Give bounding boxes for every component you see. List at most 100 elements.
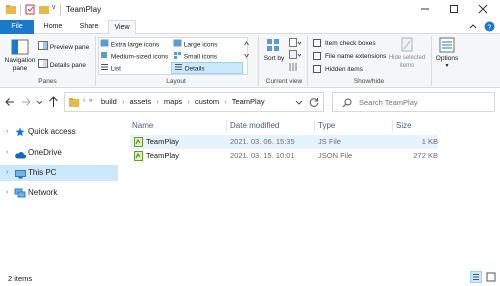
layout-scroll-up[interactable] xyxy=(244,38,249,49)
folder-icon xyxy=(6,5,16,14)
tab-file[interactable]: File xyxy=(0,20,34,34)
hidden-items-toggle[interactable]: Hidden items xyxy=(313,65,363,75)
address-dropdown-icon[interactable] xyxy=(295,98,303,108)
path-overflow-icon[interactable]: « xyxy=(89,97,93,104)
search-box[interactable] xyxy=(332,92,495,112)
star-icon xyxy=(15,127,25,143)
column-header-date[interactable]: Date modified xyxy=(230,118,316,134)
breadcrumb-separator-icon: › xyxy=(224,97,227,106)
refresh-button[interactable] xyxy=(309,97,319,109)
close-button[interactable] xyxy=(476,3,490,15)
extra-large-icons-option[interactable]: Extra large icons xyxy=(100,39,159,49)
hidden-items-checkbox[interactable] xyxy=(313,65,321,74)
item-check-boxes-checkbox[interactable] xyxy=(313,39,321,48)
search-icon xyxy=(342,98,352,110)
address-row: › « build › assets › maps › custom › Tea… xyxy=(0,88,500,116)
breadcrumb: build › assets › maps › custom › TeamPla… xyxy=(101,97,265,106)
tab-share[interactable]: Share xyxy=(72,20,106,34)
medium-icons-option[interactable]: Medium-sized icons xyxy=(100,51,168,61)
details-pane-button[interactable]: Details pane xyxy=(38,59,86,69)
breadcrumb-separator-icon: › xyxy=(156,97,159,106)
path-overflow-icon[interactable]: › xyxy=(83,97,85,104)
json-file-icon xyxy=(134,151,143,166)
sort-by-icon xyxy=(267,39,279,51)
preview-pane-icon xyxy=(38,41,48,54)
maximize-button[interactable] xyxy=(447,3,461,15)
sort-by-button[interactable]: Sort by xyxy=(263,38,285,76)
nav-quick-access[interactable]: › Quick access xyxy=(0,124,118,140)
add-columns-button[interactable] xyxy=(289,50,302,60)
options-button[interactable]: Options ▼ xyxy=(434,37,460,75)
large-icons-toggle[interactable] xyxy=(485,271,497,283)
tab-view[interactable]: View xyxy=(108,20,136,35)
tab-home[interactable]: Home xyxy=(36,20,70,34)
svg-text:?: ? xyxy=(487,25,491,32)
nav-network[interactable]: › Network xyxy=(0,185,118,201)
address-bar[interactable]: › « build › assets › maps › custom › Tea… xyxy=(64,92,324,112)
expand-chevron-icon[interactable]: › xyxy=(6,165,8,181)
nav-onedrive[interactable]: › OneDrive xyxy=(0,145,118,161)
table-row[interactable]: TeamPlay 2021. 03. 06. 15:35 JS File 1 K… xyxy=(130,135,438,149)
small-icons-option[interactable]: Small icons xyxy=(173,51,217,61)
expand-chevron-icon[interactable]: › xyxy=(6,185,8,201)
minimize-button[interactable] xyxy=(418,3,432,15)
large-icons-option[interactable]: Large icons xyxy=(173,39,217,49)
breadcrumb-custom[interactable]: custom xyxy=(195,97,219,106)
file-list: Name Date modified Type Size TeamPlay 20… xyxy=(124,116,500,266)
breadcrumb-build[interactable]: build xyxy=(101,97,117,106)
column-header-size[interactable]: Size xyxy=(396,118,438,134)
preview-pane-button[interactable]: Preview pane xyxy=(38,41,89,51)
ribbon: Navigation pane Preview pane Details pan… xyxy=(0,34,500,88)
options-icon xyxy=(439,37,455,53)
up-button[interactable] xyxy=(48,96,59,108)
details-view-icon xyxy=(473,274,479,280)
size-columns-button[interactable] xyxy=(289,62,301,72)
collapse-ribbon-icon[interactable] xyxy=(468,22,478,32)
back-button[interactable] xyxy=(5,97,15,107)
ribbon-tabs: File Home Share View ? xyxy=(0,20,500,35)
file-name-extensions-toggle[interactable]: File name extensions xyxy=(313,52,386,62)
status-bar: 2 items xyxy=(0,268,500,286)
show-hide-group-label: Show/hide xyxy=(353,78,385,85)
properties-icon[interactable] xyxy=(25,4,35,15)
hide-selected-items-button[interactable]: Hide selected items xyxy=(385,37,429,75)
file-name: TeamPlay xyxy=(146,151,179,160)
table-row[interactable]: TeamPlay 2021. 03. 15. 10:01 JSON File 2… xyxy=(130,149,438,163)
forward-button[interactable] xyxy=(21,97,31,107)
breadcrumb-maps[interactable]: maps xyxy=(164,97,182,106)
options-chevron-icon: ▼ xyxy=(444,63,450,69)
details-option[interactable]: Details xyxy=(171,62,243,74)
cloud-icon xyxy=(14,149,26,165)
customize-qat-icon[interactable]: v xyxy=(52,4,60,15)
details-view-icon xyxy=(174,63,183,75)
file-size: 1 KB xyxy=(421,137,438,146)
column-header-type[interactable]: Type xyxy=(318,118,392,134)
nav-this-pc[interactable]: › This PC xyxy=(0,165,118,181)
group-by-button[interactable] xyxy=(289,38,302,48)
current-view-group-label: Current view xyxy=(265,78,303,85)
item-check-boxes-toggle[interactable]: Item check boxes xyxy=(313,39,376,49)
new-folder-icon[interactable] xyxy=(39,5,49,14)
column-header-name[interactable]: Name xyxy=(132,118,228,134)
breadcrumb-assets[interactable]: assets xyxy=(130,97,152,106)
file-date: 2021. 03. 06. 15:35 xyxy=(230,137,295,146)
details-view-toggle[interactable] xyxy=(470,271,482,283)
large-icons-view-icon xyxy=(486,272,496,282)
search-input[interactable] xyxy=(359,96,489,109)
layout-scroll-down[interactable] xyxy=(244,50,249,61)
file-name-extensions-checkbox[interactable] xyxy=(313,52,321,61)
computer-icon xyxy=(15,169,26,185)
breadcrumb-separator-icon: › xyxy=(187,97,190,106)
recent-locations-button[interactable] xyxy=(36,98,43,106)
navigation-pane-button[interactable]: Navigation pane xyxy=(4,37,36,75)
list-option[interactable]: List xyxy=(100,63,121,73)
folder-icon xyxy=(69,98,79,109)
details-pane-icon xyxy=(38,59,48,72)
expand-chevron-icon[interactable]: › xyxy=(6,145,8,161)
help-icon[interactable]: ? xyxy=(484,21,495,32)
breadcrumb-teamplay[interactable]: TeamPlay xyxy=(232,97,265,106)
file-size: 272 KB xyxy=(413,151,438,160)
expand-chevron-icon[interactable]: › xyxy=(6,124,8,140)
file-name: TeamPlay xyxy=(146,137,179,146)
large-icons-icon xyxy=(173,39,182,51)
